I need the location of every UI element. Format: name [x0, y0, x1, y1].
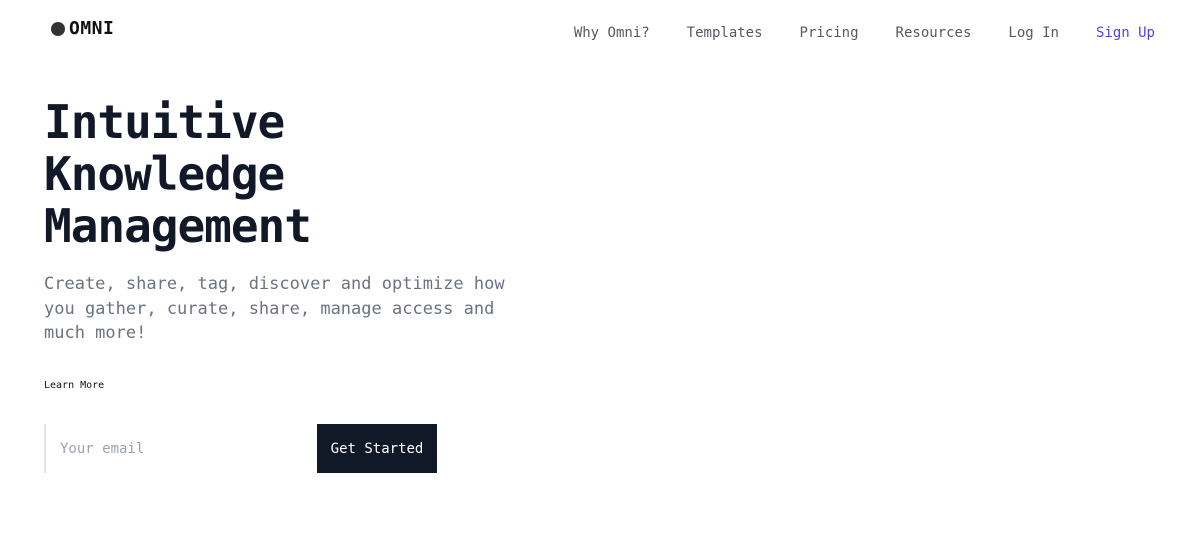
get-started-button[interactable]: Get Started	[317, 424, 437, 473]
nav-link-pricing[interactable]: Pricing	[800, 24, 859, 42]
hero-title-line: Management	[44, 199, 312, 253]
brand-name: OMNI	[69, 18, 115, 39]
site-header: OMNI Why Omni? Templates Pricing Resourc…	[0, 0, 1192, 64]
nav-link-sign-up[interactable]: Sign Up	[1096, 24, 1155, 42]
main-nav: Why Omni? Templates Pricing Resources Lo…	[574, 24, 1155, 42]
hero-subtitle: Create, share, tag, discover and optimiz…	[44, 274, 505, 343]
email-input[interactable]	[44, 424, 317, 473]
hero-title: Intuitive Knowledge Management	[44, 96, 564, 252]
nav-link-templates[interactable]: Templates	[687, 24, 763, 42]
circle-logo-icon	[51, 22, 65, 36]
hero-title-line: Intuitive	[44, 95, 285, 149]
nav-link-resources[interactable]: Resources	[896, 24, 972, 42]
hero-title-line: Knowledge	[44, 147, 285, 201]
nav-link-why-omni[interactable]: Why Omni?	[574, 24, 650, 42]
logo-link[interactable]: OMNI	[51, 19, 114, 39]
learn-more-link[interactable]: Learn More	[44, 380, 104, 392]
nav-link-log-in[interactable]: Log In	[1008, 24, 1059, 42]
hero-section: Intuitive Knowledge Management Create, s…	[44, 96, 564, 346]
signup-form: Get Started	[44, 424, 437, 473]
